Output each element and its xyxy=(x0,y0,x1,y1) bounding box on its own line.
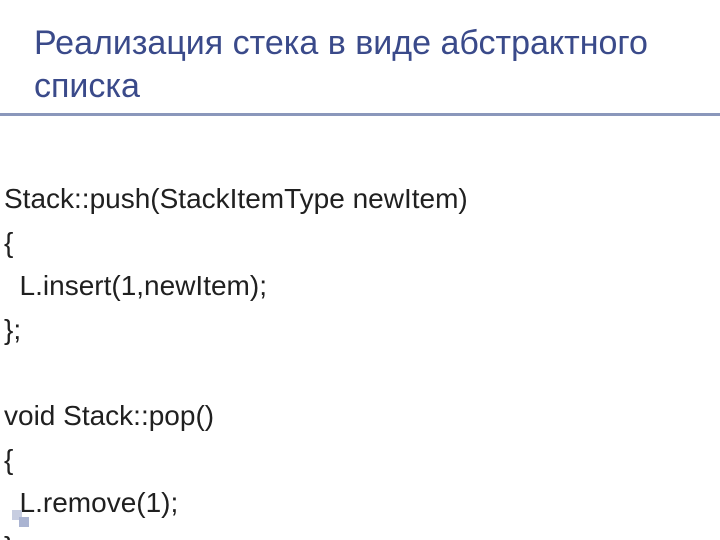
code-line: Stack::push(StackItemType newItem) xyxy=(4,183,468,214)
code-line: L.remove(1); xyxy=(4,487,178,518)
title-underline xyxy=(0,113,720,116)
code-block: Stack::push(StackItemType newItem) { L.i… xyxy=(4,134,700,540)
slide-body: Stack::push(StackItemType newItem) { L.i… xyxy=(34,134,700,540)
slide: Реализация стека в виде абстрактного спи… xyxy=(0,0,720,540)
code-line: { xyxy=(4,444,13,475)
code-line: }; xyxy=(4,314,21,345)
code-line: } xyxy=(4,531,13,540)
corner-accent-icon xyxy=(12,510,30,528)
slide-title: Реализация стека в виде абстрактного спи… xyxy=(34,22,700,107)
code-line: { xyxy=(4,227,13,258)
code-line: void Stack::pop() xyxy=(4,400,214,431)
code-line: L.insert(1,newItem); xyxy=(4,270,267,301)
